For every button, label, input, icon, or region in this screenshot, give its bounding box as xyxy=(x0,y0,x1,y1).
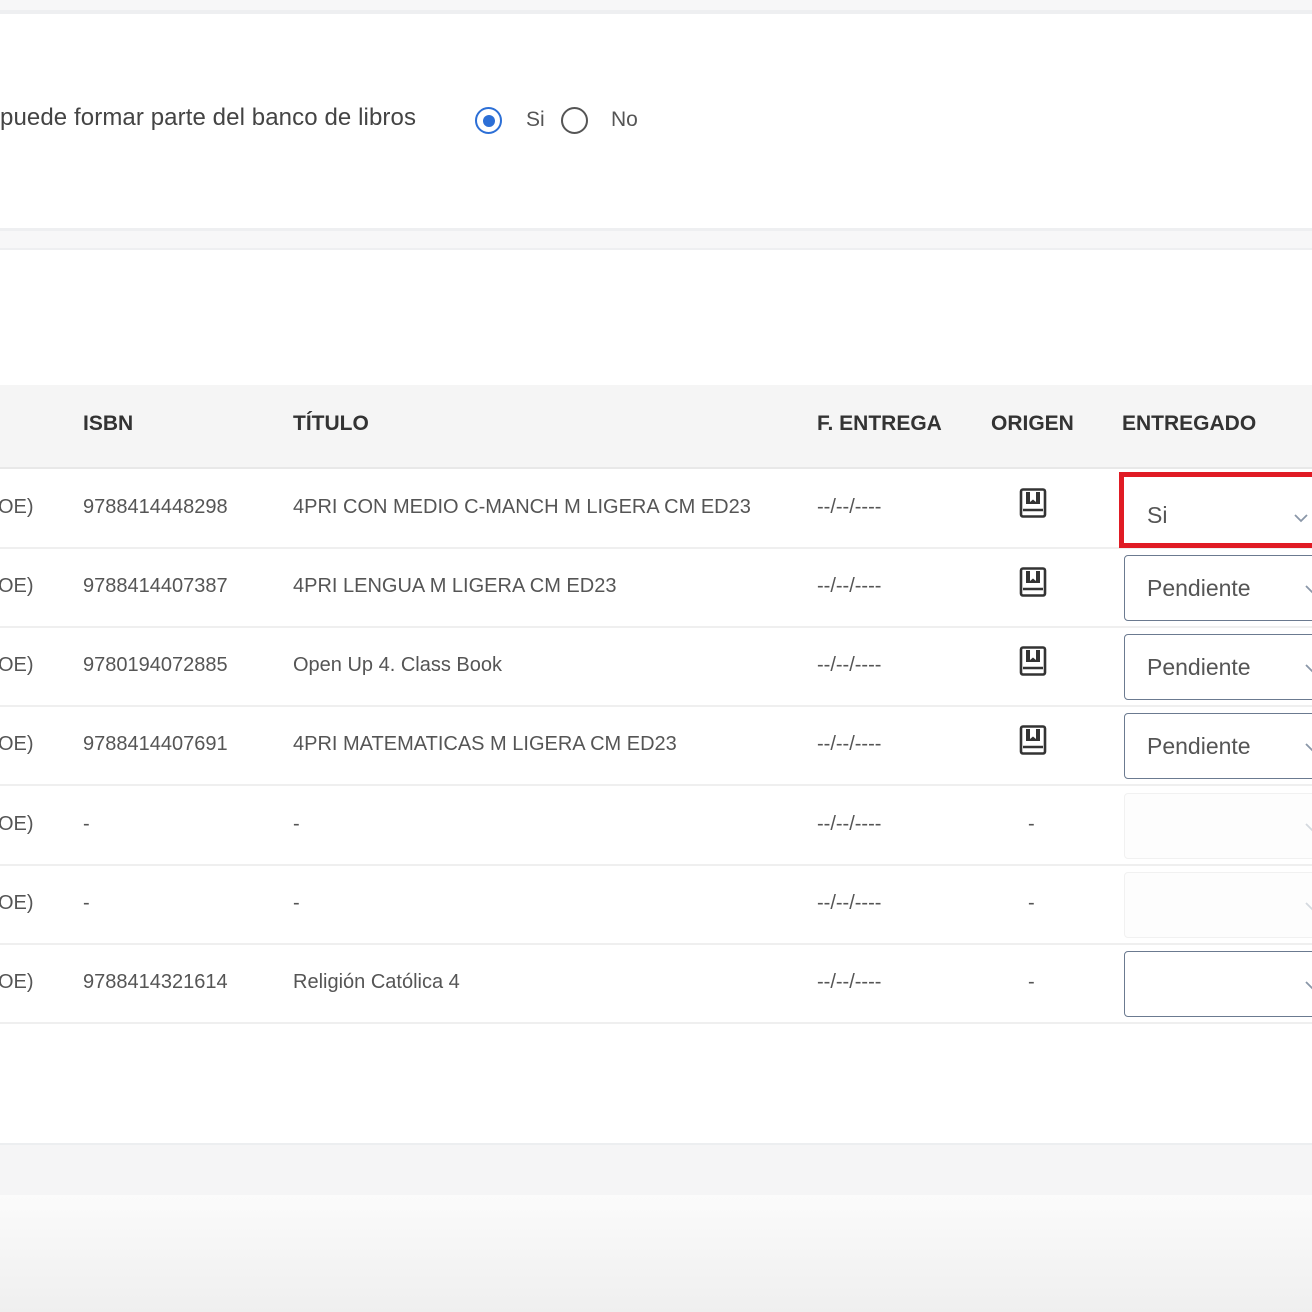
cell-fecha-entrega: --/--/---- xyxy=(817,892,882,914)
table-header xyxy=(0,385,1312,469)
bottom-strip xyxy=(0,1143,1312,1195)
entregado-select[interactable]: Pendiente xyxy=(1124,713,1312,779)
cell-isbn: 9788414407691 xyxy=(83,733,228,755)
cell-titulo: Religión Católica 4 xyxy=(293,971,460,993)
book-icon[interactable] xyxy=(1019,567,1047,597)
cell-titulo: - xyxy=(293,813,300,835)
header-entregado: ENTREGADO xyxy=(1122,412,1257,435)
cell-isbn: - xyxy=(83,813,90,835)
cell-titulo: 4PRI MATEMATICAS M LIGERA CM ED23 xyxy=(293,733,677,755)
radio-si-label: Si xyxy=(526,108,545,131)
chevron-down-icon xyxy=(1292,509,1310,527)
entregado-select[interactable]: Pendiente xyxy=(1124,634,1312,700)
cell-titulo: 4PRI CON MEDIO C-MANCH M LIGERA CM ED23 xyxy=(293,496,751,518)
chevron-down-icon xyxy=(1303,818,1312,836)
chevron-down-icon xyxy=(1303,659,1312,677)
entregado-select[interactable]: Pendiente xyxy=(1124,555,1312,621)
cell-fecha-entrega: --/--/---- xyxy=(817,733,882,755)
header-fecha-entrega: F. ENTREGA xyxy=(817,412,942,435)
radio-no[interactable] xyxy=(561,107,588,134)
radio-no-label: No xyxy=(611,108,638,131)
cell-prefix: OE) xyxy=(0,813,34,835)
entregado-value: Pendiente xyxy=(1147,654,1251,680)
entregado-select[interactable] xyxy=(1124,951,1312,1017)
book-icon[interactable] xyxy=(1019,488,1047,518)
chevron-down-icon xyxy=(1303,897,1312,915)
cell-origen: - xyxy=(1028,892,1035,914)
cell-prefix: OE) xyxy=(0,971,34,993)
table-row xyxy=(0,865,1312,945)
cell-origen: - xyxy=(1028,971,1035,993)
entregado-value: Pendiente xyxy=(1147,575,1251,601)
cell-fecha-entrega: --/--/---- xyxy=(817,575,882,597)
cell-titulo: Open Up 4. Class Book xyxy=(293,654,502,676)
book-icon[interactable] xyxy=(1019,646,1047,676)
header-isbn: ISBN xyxy=(83,412,134,435)
cell-titulo: 4PRI LENGUA M LIGERA CM ED23 xyxy=(293,575,617,597)
cell-prefix: OE) xyxy=(0,733,34,755)
table-row xyxy=(0,786,1312,866)
cell-fecha-entrega: --/--/---- xyxy=(817,813,882,835)
footer-area xyxy=(0,1195,1312,1312)
cell-origen: - xyxy=(1028,813,1035,835)
cell-isbn: 9780194072885 xyxy=(83,654,228,676)
cell-fecha-entrega: --/--/---- xyxy=(817,971,882,993)
chevron-down-icon xyxy=(1303,738,1312,756)
radio-si[interactable] xyxy=(475,107,502,134)
header-origen: ORIGEN xyxy=(991,412,1074,435)
chevron-down-icon xyxy=(1303,976,1312,994)
cell-fecha-entrega: --/--/---- xyxy=(817,496,882,518)
cell-prefix: OE) xyxy=(0,654,34,676)
bank-question-label: puede formar parte del banco de libros xyxy=(0,104,417,131)
chevron-down-icon xyxy=(1303,580,1312,598)
cell-isbn: 9788414407387 xyxy=(83,575,228,597)
entregado-value: Pendiente xyxy=(1147,733,1251,759)
cell-isbn: - xyxy=(83,892,90,914)
header-titulo: TÍTULO xyxy=(293,412,369,435)
cell-titulo: - xyxy=(293,892,300,914)
cell-fecha-entrega: --/--/---- xyxy=(817,654,882,676)
cell-prefix: OE) xyxy=(0,496,34,518)
entregado-select-highlighted[interactable]: Si xyxy=(1119,472,1312,548)
book-icon[interactable] xyxy=(1019,725,1047,755)
cell-isbn: 9788414321614 xyxy=(83,971,228,993)
cell-isbn: 9788414448298 xyxy=(83,496,228,518)
entregado-select xyxy=(1124,793,1312,859)
entregado-value: Si xyxy=(1147,502,1168,528)
cell-prefix: OE) xyxy=(0,575,34,597)
cell-prefix: OE) xyxy=(0,892,34,914)
entregado-select xyxy=(1124,872,1312,938)
